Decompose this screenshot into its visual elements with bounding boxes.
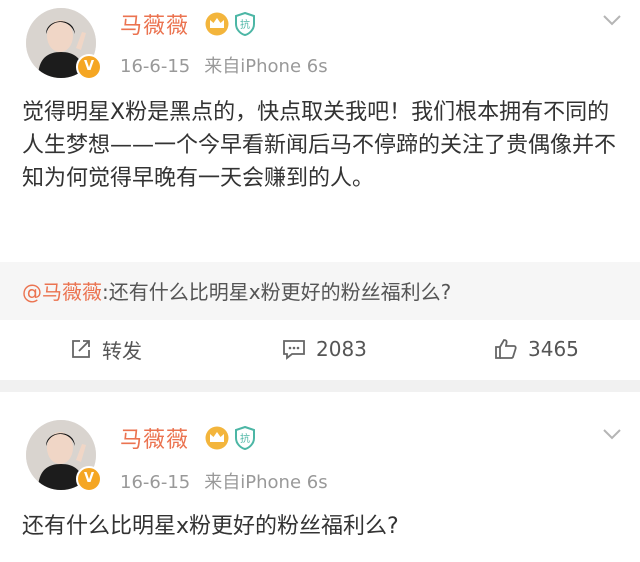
post-body: 觉得明星X粉是黑点的，快点取关我吧！我们根本拥有不同的人生梦想——一个今早看新闻… xyxy=(22,100,617,191)
post-source-label: 来自 xyxy=(204,472,241,493)
chevron-down-icon[interactable] xyxy=(602,14,622,26)
verified-badge: V xyxy=(76,54,102,80)
comment-icon xyxy=(283,340,305,360)
like-count: 3465 xyxy=(528,337,579,361)
svg-text:抗: 抗 xyxy=(240,18,250,31)
post-meta: 16-6-15 来自iPhone 6s xyxy=(120,52,328,78)
verified-badge: V xyxy=(76,466,102,492)
repost-mention[interactable]: @马薇薇 xyxy=(22,280,102,304)
share-button[interactable]: 转发 xyxy=(70,334,142,364)
crown-icon xyxy=(205,426,229,450)
post-device: iPhone 6s xyxy=(240,472,328,493)
weibo-post-1: V 马薇薇 抗 16-6-15 来自iPhone 6s 觉得明星X粉是黑点的，快点… xyxy=(0,0,640,380)
author-name[interactable]: 马薇薇 xyxy=(120,422,189,454)
post-body: 还有什么比明星x粉更好的粉丝福利么? xyxy=(22,514,399,539)
repost-box[interactable]: @马薇薇:还有什么比明星x粉更好的粉丝福利么? xyxy=(0,262,640,320)
share-icon xyxy=(72,340,90,358)
shield-badge-icon: 抗 xyxy=(235,12,255,36)
post-source-label: 来自 xyxy=(204,56,241,77)
thumbs-up-icon xyxy=(495,339,517,359)
crown-icon xyxy=(205,12,229,36)
repost-body: :还有什么比明星x粉更好的粉丝福利么? xyxy=(102,280,452,304)
svg-text:抗: 抗 xyxy=(240,432,250,445)
comment-count: 2083 xyxy=(316,337,367,361)
post-date: 16-6-15 xyxy=(120,472,191,493)
repost-text: @马薇薇:还有什么比明星x粉更好的粉丝福利么? xyxy=(22,276,451,305)
post-meta: 16-6-15 来自iPhone 6s xyxy=(120,468,328,494)
weibo-post-2: V 马薇薇 抗 16-6-15 来自iPhone 6s 还有什么比明星x粉更好的粉… xyxy=(0,392,640,562)
action-bar: 转发 2083 3465 xyxy=(0,320,640,380)
post-date: 16-6-15 xyxy=(120,56,191,77)
post-device: iPhone 6s xyxy=(240,56,328,77)
comment-button[interactable]: 2083 xyxy=(282,334,367,364)
feed-divider xyxy=(0,380,640,392)
shield-badge-icon: 抗 xyxy=(235,426,255,450)
like-button[interactable]: 3465 xyxy=(494,334,579,364)
chevron-down-icon[interactable] xyxy=(602,428,622,440)
author-name[interactable]: 马薇薇 xyxy=(120,8,189,40)
share-label: 转发 xyxy=(102,338,142,363)
